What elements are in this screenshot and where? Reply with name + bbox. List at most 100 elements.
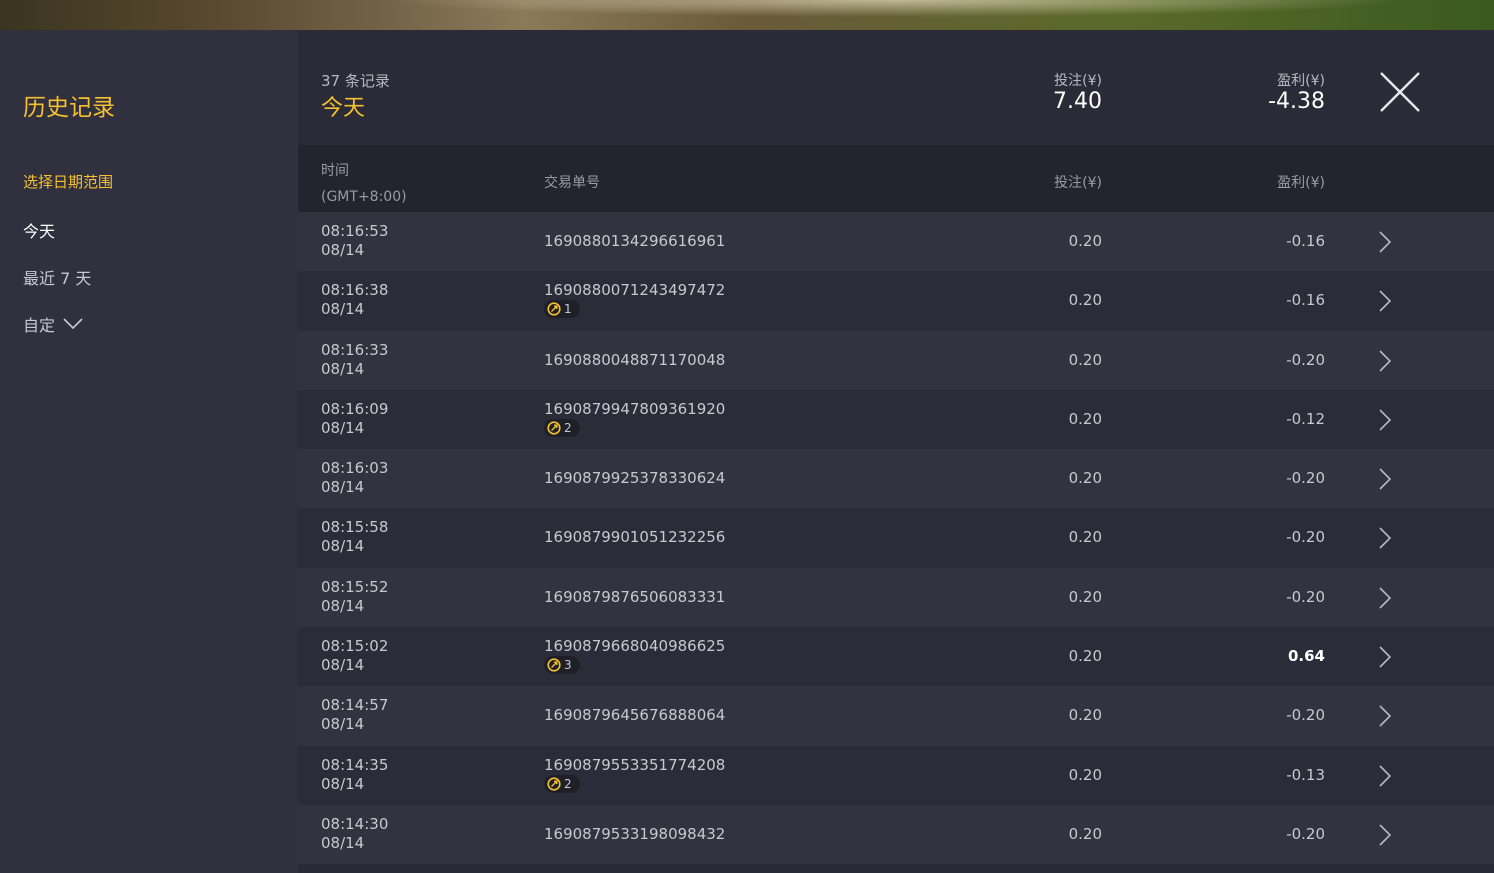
row-txid: 1690879947809361920 2: [544, 400, 725, 439]
row-date-value: 08/14: [321, 418, 365, 437]
history-panel: 37 条记录 今天 投注(¥) 7.40 盈利(¥) -4.38 时间 (GMT…: [298, 30, 1494, 873]
free-spin-icon: [547, 421, 561, 435]
free-spin-count: 2: [564, 776, 572, 791]
free-spin-badge: 2: [544, 418, 580, 437]
row-bet: 0.20: [1068, 469, 1102, 488]
row-time-value: 08:14:30: [321, 814, 389, 833]
row-time: 08:14:57 08/14: [321, 696, 388, 734]
range-option-7-days[interactable]: 最近 7 天: [23, 265, 91, 289]
row-txid: 1690880048871170048: [544, 351, 725, 369]
sidebar: 历史记录 选择日期范围 今天 最近 7 天 自定: [0, 30, 298, 873]
record-count: 37 条记录: [321, 72, 390, 90]
free-spin-count: 1: [564, 302, 572, 317]
total-bet-label: 投注(¥): [1054, 73, 1102, 89]
summary-header: 37 条记录 今天 投注(¥) 7.40 盈利(¥) -4.38: [298, 30, 1494, 146]
row-time-value: 08:14:57: [321, 696, 389, 715]
row-txid-value: 1690880134296616961: [544, 232, 726, 250]
chevron-right-icon[interactable]: [1378, 705, 1392, 727]
table-row[interactable]: 08:15:52 08/14 1690879876506083331 0.20 -0.2…: [298, 567, 1494, 628]
chevron-right-icon[interactable]: [1378, 468, 1392, 490]
row-txid: 1690880134296616961: [544, 232, 725, 250]
chevron-right-icon[interactable]: [1378, 765, 1392, 787]
table-row[interactable]: 08:14:57 08/14 1690879645676888064 0.20 -0.2…: [298, 686, 1494, 746]
free-spin-badge: 3: [544, 656, 580, 675]
table-row[interactable]: 08:16:53 08/14 1690880134296616961 0.20 -0.1…: [298, 212, 1494, 272]
chevron-right-icon[interactable]: [1378, 824, 1392, 846]
row-txid: 1690879901051232256: [544, 528, 725, 546]
row-time-value: 08:16:53: [321, 222, 389, 240]
row-date-value: 08/14: [321, 241, 365, 259]
close-icon[interactable]: [1378, 70, 1422, 114]
free-spin-count: 2: [564, 420, 572, 435]
column-bet: 投注(¥): [1054, 175, 1102, 191]
chevron-right-icon[interactable]: [1378, 646, 1392, 668]
free-spin-icon: [547, 777, 561, 791]
range-option-custom[interactable]: 自定: [23, 312, 83, 336]
row-txid-value: 1690879553351774208: [544, 755, 726, 774]
free-spin-badge: 2: [544, 774, 580, 793]
range-option-today[interactable]: 今天: [23, 218, 55, 242]
row-date-value: 08/14: [321, 715, 365, 734]
row-txid-value: 1690879901051232256: [544, 528, 726, 547]
row-txid: 1690880071243497472 1: [544, 281, 725, 320]
table-row[interactable]: 08:15:58 08/14 1690879901051232256 0.20 -0.2…: [298, 508, 1494, 568]
row-time: 08:15:52 08/14: [321, 578, 388, 616]
table-row[interactable]: 08:15:02 08/14 1690879668040986625 3 0.20 0.6…: [298, 627, 1494, 687]
row-time: 08:16:09 08/14: [321, 400, 388, 438]
row-time: 08:15:02 08/14: [321, 637, 388, 675]
row-time-value: 08:16:03: [321, 459, 389, 478]
row-date-value: 08/14: [321, 537, 365, 556]
row-profit: -0.12: [1286, 409, 1325, 428]
row-date-value: 08/14: [321, 300, 365, 319]
row-profit: -0.20: [1286, 706, 1325, 725]
row-date-value: 08/14: [321, 774, 365, 793]
row-time: 08:14:30 08/14: [321, 815, 388, 853]
row-txid-value: 1690879668040986625: [544, 637, 726, 656]
chevron-right-icon[interactable]: [1378, 527, 1392, 550]
table-row[interactable]: 08:14:35 08/14 1690879553351774208 2 0.20 -0.…: [298, 745, 1494, 805]
row-bet: 0.20: [1068, 587, 1102, 606]
free-spin-icon: [547, 658, 561, 672]
table-row[interactable]: 08:16:38 08/14 1690880071243497472 1 0.20 -0.…: [298, 271, 1494, 331]
row-profit: -0.20: [1286, 587, 1325, 606]
row-bet: 0.20: [1068, 647, 1102, 666]
chevron-right-icon[interactable]: [1378, 409, 1392, 431]
range-option-custom-label: 自定: [23, 316, 56, 335]
free-spin-badge: 1: [544, 300, 580, 319]
row-txid: 1690879876506083331: [544, 588, 725, 606]
row-time-value: 08:14:35: [321, 755, 389, 774]
chevron-right-icon[interactable]: [1378, 231, 1392, 253]
row-date-value: 08/14: [321, 833, 365, 852]
row-time: 08:16:33 08/14: [321, 341, 388, 379]
table-row[interactable]: 08:16:09 08/14 1690879947809361920 2 0.20 -0.…: [298, 389, 1494, 450]
row-txid-value: 1690879645676888064: [544, 706, 726, 725]
chevron-right-icon[interactable]: [1378, 350, 1392, 372]
row-time: 08:16:53 08/14: [321, 222, 388, 260]
row-time-value: 08:15:58: [321, 518, 389, 537]
game-background-strip: [0, 0, 1494, 30]
row-profit: -0.20: [1286, 824, 1325, 843]
row-time-value: 08:16:38: [321, 281, 389, 300]
row-profit: 0.64: [1287, 647, 1325, 666]
row-profit: -0.20: [1286, 528, 1325, 547]
table-row[interactable]: 08:14:30 08/14 1690879533198098432 0.20 -0.2…: [298, 804, 1494, 865]
row-time: 08:16:38 08/14: [321, 281, 388, 319]
row-time-value: 08:16:33: [321, 340, 389, 359]
total-bet-value: 7.40: [1053, 89, 1102, 114]
row-time: 08:16:03 08/14: [321, 459, 388, 497]
row-txid-value: 1690879925378330624: [544, 469, 726, 488]
row-bet: 0.20: [1068, 765, 1102, 784]
row-time: 08:15:58 08/14: [321, 518, 388, 556]
row-txid: 1690879925378330624: [544, 469, 725, 487]
period-title: 今天: [321, 96, 366, 121]
column-txid: 交易单号: [544, 175, 600, 191]
row-date-value: 08/14: [321, 656, 365, 675]
table-row[interactable]: 08:16:03 08/14 1690879925378330624 0.20 -0.2…: [298, 449, 1494, 509]
row-txid: 1690879668040986625 3: [544, 637, 725, 676]
total-profit-label: 盈利(¥): [1277, 73, 1325, 89]
column-profit: 盈利(¥): [1277, 175, 1325, 191]
chevron-right-icon[interactable]: [1378, 290, 1392, 312]
table-row[interactable]: 08:16:33 08/14 1690880048871170048 0.20 -0.2…: [298, 330, 1494, 390]
chevron-right-icon[interactable]: [1378, 587, 1392, 609]
date-range-label: 选择日期范围: [23, 173, 114, 191]
